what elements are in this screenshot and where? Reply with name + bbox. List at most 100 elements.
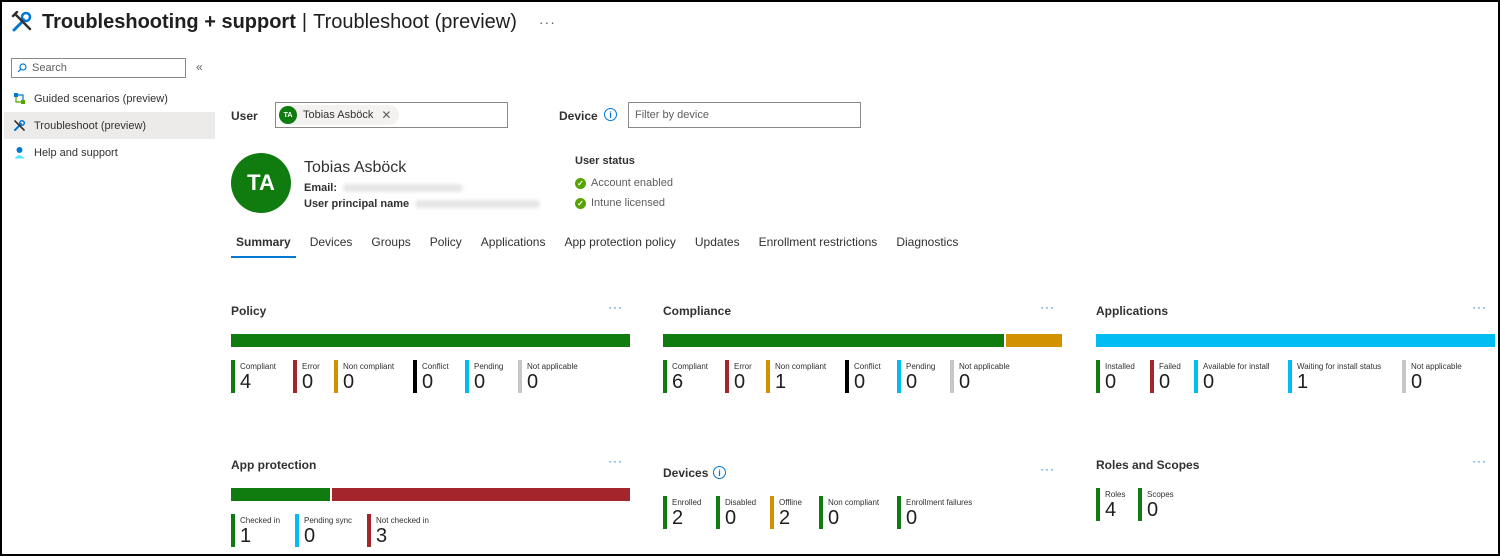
status-text: Account enabled (591, 177, 673, 189)
avatar: TA (231, 153, 291, 213)
title-separator: | (301, 10, 308, 33)
sidebar-item-label: Troubleshoot (preview) (34, 119, 147, 132)
tab-bar: Summary Devices Groups Policy Applicatio… (231, 234, 972, 258)
sidebar-item-troubleshoot[interactable]: Troubleshoot (preview) (4, 112, 215, 139)
tab-diagnostics[interactable]: Diagnostics (891, 234, 963, 258)
bar-segment-not-checked-in (332, 488, 630, 501)
policy-stats: Compliant 4 Error 0 Non compliant 0 Conflic… (231, 360, 598, 393)
check-icon: ✓ (575, 197, 586, 209)
stat-installed: Installed 0 (1096, 360, 1150, 393)
compliance-stats: Compliant 6 Error 0 Non compliant 1 Conflic… (663, 360, 1030, 393)
tab-updates[interactable]: Updates (690, 234, 745, 258)
roles-scopes-stats: Roles 4 Scopes 0 (1096, 488, 1198, 521)
device-filter-input[interactable]: Filter by device (628, 102, 861, 128)
user-picker[interactable]: TA Tobias Asböck ✕ (275, 102, 508, 128)
more-options-button[interactable]: ··· (1472, 454, 1487, 468)
sidebar-item-help-support[interactable]: Help and support (4, 139, 215, 166)
user-status-heading: User status (575, 155, 635, 167)
stat-not-checked-in: Not checked in 3 (367, 514, 447, 547)
email-row: Email: (304, 182, 464, 194)
status-intune-licensed: ✓ Intune licensed (575, 197, 665, 209)
tools-icon (10, 10, 34, 34)
bar-segment-non-compliant (1006, 334, 1062, 347)
tab-enrollment-restrictions[interactable]: Enrollment restrictions (754, 234, 883, 258)
tab-groups[interactable]: Groups (366, 234, 415, 258)
user-chip[interactable]: TA Tobias Asböck ✕ (279, 105, 400, 125)
info-icon[interactable]: i (713, 466, 726, 479)
user-label: User (231, 109, 258, 123)
more-options-button[interactable]: ··· (608, 300, 623, 314)
stat-not-applicable: Not applicable 0 (1402, 360, 1482, 393)
stat-pending: Pending 0 (465, 360, 518, 393)
sidebar-item-label: Guided scenarios (preview) (34, 92, 168, 105)
stat-offline: Offline 2 (770, 496, 819, 529)
more-options-button[interactable]: ··· (1040, 462, 1055, 476)
sidebar-item-guided-scenarios[interactable]: Guided scenarios (preview) (4, 85, 215, 112)
stat-pending: Pending 0 (897, 360, 950, 393)
more-options-button[interactable]: ··· (608, 454, 623, 468)
tab-app-protection-policy[interactable]: App protection policy (559, 234, 680, 258)
stat-pending-sync: Pending sync 0 (295, 514, 367, 547)
device-filter-placeholder: Filter by device (635, 109, 709, 121)
more-options-button[interactable]: ··· (1040, 300, 1055, 314)
upn-row: User principal name (304, 198, 541, 210)
stat-waiting-for-install-status: Waiting for install status 1 (1288, 360, 1402, 393)
remove-user-button[interactable]: ✕ (381, 108, 391, 122)
tab-policy[interactable]: Policy (425, 234, 467, 258)
page-title: Troubleshooting + support (42, 10, 296, 33)
page-subtitle: Troubleshoot (preview) (313, 10, 517, 33)
bar-segment-checked-in (231, 488, 330, 501)
email-label: Email: (304, 182, 338, 194)
stat-compliant: Compliant 4 (231, 360, 293, 393)
redacted-email (343, 184, 464, 192)
applications-stats: Installed 0 Failed 0 Available for install… (1096, 360, 1482, 393)
support-person-icon (12, 146, 26, 160)
stat-non-compliant: Non compliant 0 (819, 496, 897, 529)
tools-icon (12, 119, 26, 133)
sidebar-item-label: Help and support (34, 146, 118, 159)
guided-scenarios-icon (12, 92, 26, 106)
stat-not-applicable: Not applicable 0 (518, 360, 598, 393)
search-input[interactable]: Search (11, 58, 186, 78)
more-options-button[interactable]: ··· (1472, 300, 1487, 314)
tab-summary[interactable]: Summary (231, 234, 296, 258)
policy-status-bar (231, 334, 630, 347)
stat-failed: Failed 0 (1150, 360, 1194, 393)
tab-devices[interactable]: Devices (305, 234, 358, 258)
portal-window: Troubleshooting + support | Troubleshoot… (0, 0, 1500, 556)
stat-not-applicable: Not applicable 0 (950, 360, 1030, 393)
page-header: Troubleshooting + support | Troubleshoot… (10, 8, 556, 36)
stat-scopes: Scopes 0 (1138, 488, 1198, 521)
collapse-sidebar-button[interactable]: « (196, 60, 203, 74)
sidebar-nav: Guided scenarios (preview) Troubleshoot … (4, 85, 215, 166)
stat-enrollment-failures: Enrollment failures 0 (897, 496, 987, 529)
stat-non-compliant: Non compliant 1 (766, 360, 845, 393)
card-title: Compliance (663, 304, 732, 318)
compliance-status-bar (663, 334, 1062, 347)
more-options-button[interactable]: ··· (539, 14, 556, 30)
device-label: Device (559, 109, 598, 123)
stat-compliant: Compliant 6 (663, 360, 725, 393)
stat-error: Error 0 (725, 360, 766, 393)
app-protection-status-bar (231, 488, 630, 501)
bar-segment-waiting (1096, 334, 1495, 347)
card-title: Devices (663, 466, 709, 480)
card-title: Applications (1096, 304, 1169, 318)
bar-segment-compliant (231, 334, 630, 347)
info-icon[interactable]: i (604, 108, 617, 121)
stat-conflict: Conflict 0 (845, 360, 897, 393)
stat-available-for-install: Available for install 0 (1194, 360, 1288, 393)
status-account-enabled: ✓ Account enabled (575, 177, 673, 189)
stat-non-compliant: Non compliant 0 (334, 360, 413, 393)
applications-status-bar (1096, 334, 1495, 347)
search-icon (17, 63, 27, 73)
status-text: Intune licensed (591, 197, 665, 209)
stat-enrolled: Enrolled 2 (663, 496, 716, 529)
search-placeholder: Search (32, 62, 67, 74)
user-chip-avatar: TA (279, 106, 297, 124)
stat-error: Error 0 (293, 360, 334, 393)
user-chip-name: Tobias Asböck (303, 109, 374, 121)
user-name: Tobias Asböck (304, 159, 407, 176)
check-icon: ✓ (575, 177, 586, 189)
tab-applications[interactable]: Applications (476, 234, 551, 258)
